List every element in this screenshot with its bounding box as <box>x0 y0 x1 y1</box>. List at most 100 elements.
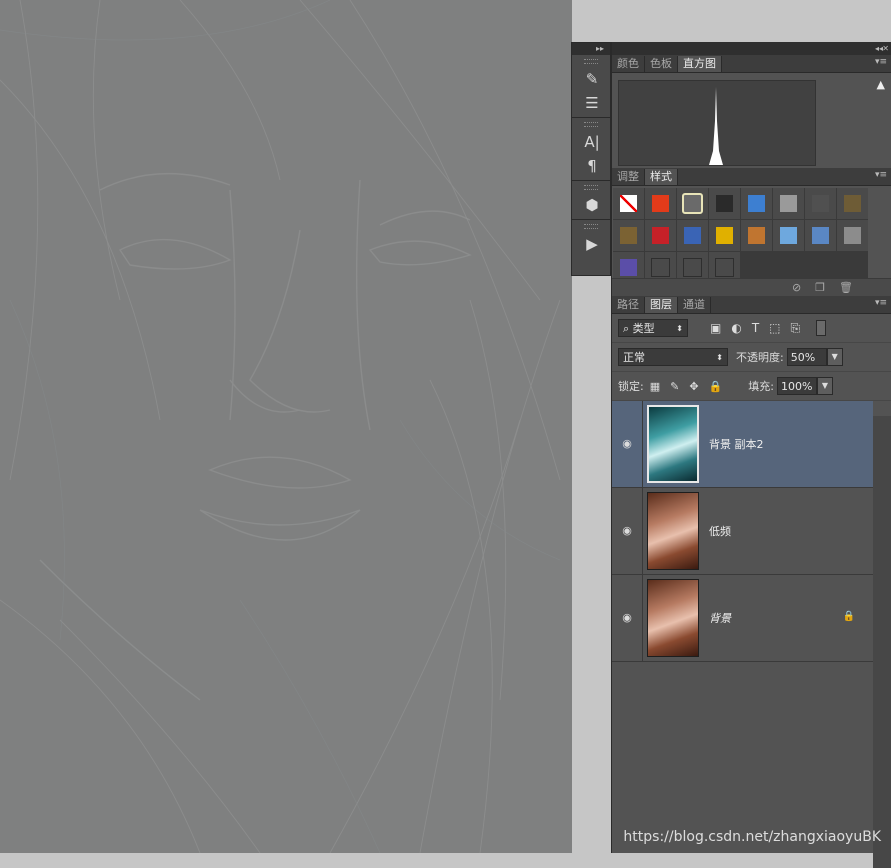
lock-row: 锁定: ▦ ✎ ✥ 🔒 填充: 100% ▼ <box>612 372 891 401</box>
tool-group-type: A| ¶ <box>572 118 610 181</box>
tab-swatches[interactable]: 色板 <box>645 56 678 72</box>
layer-thumbnail <box>647 492 699 570</box>
styles-footer: ⊘❐🗑 <box>612 278 891 296</box>
style-swatch[interactable] <box>741 188 772 219</box>
paragraph-icon[interactable]: ¶ <box>572 154 612 178</box>
style-swatch[interactable] <box>709 220 740 251</box>
style-swatch[interactable] <box>677 188 708 219</box>
blend-mode-select[interactable]: 正常 ⬍ <box>618 348 728 366</box>
style-swatch[interactable] <box>773 220 804 251</box>
style-swatch-preview <box>682 193 703 214</box>
type-filter-icon[interactable]: T <box>752 321 759 336</box>
style-swatch[interactable] <box>645 188 676 219</box>
pixel-filter-icon[interactable]: ▣ <box>710 321 721 336</box>
opacity-input[interactable]: 50% <box>786 348 827 366</box>
layer-row[interactable]: ◉ 低频 <box>612 488 873 575</box>
color-panel-tabbar: 颜色 色板 直方图 ▾≡ <box>612 55 891 73</box>
style-swatch[interactable] <box>805 220 836 251</box>
style-swatch-preview <box>748 227 765 244</box>
layer-row[interactable]: ◉ 背景 🔒 <box>612 575 873 662</box>
close-icon[interactable]: ✕ <box>882 42 889 55</box>
style-swatch-preview <box>620 227 637 244</box>
chevron-updown-icon: ⬍ <box>716 353 723 362</box>
tab-layers[interactable]: 图层 <box>645 297 678 313</box>
tab-channels[interactable]: 通道 <box>678 297 711 313</box>
brush-presets-icon[interactable]: ✎ <box>572 67 612 91</box>
style-swatch[interactable] <box>645 220 676 251</box>
tab-color[interactable]: 颜色 <box>612 56 645 72</box>
smart-object-filter-icon[interactable]: ⎘ <box>791 321 801 336</box>
panel-menu-icon[interactable]: ▾≡ <box>875 298 887 308</box>
visibility-eye-icon[interactable]: ◉ <box>612 575 643 661</box>
style-swatch[interactable] <box>709 188 740 219</box>
layer-name[interactable]: 低频 <box>709 523 731 539</box>
fill-dropdown-icon[interactable]: ▼ <box>816 377 833 395</box>
layer-name[interactable]: 背景 副本2 <box>709 436 764 452</box>
grip-handle[interactable] <box>584 185 598 190</box>
style-swatch-preview <box>620 195 637 212</box>
visibility-eye-icon[interactable]: ◉ <box>612 488 643 574</box>
layers-panel: ⌕ 类型 ⬍ ▣ ◐ T ⬚ ⎘ 正常 ⬍ 不透明度: 50% ▼ 锁定: ▦ … <box>612 314 891 868</box>
lock-position-icon[interactable]: ✥ <box>689 380 698 393</box>
style-swatch[interactable] <box>837 220 868 251</box>
lock-label: 锁定: <box>618 380 644 393</box>
grip-handle[interactable] <box>584 59 598 64</box>
clear-style-icon[interactable]: ⊘ <box>792 281 815 294</box>
tab-paths[interactable]: 路径 <box>612 297 645 313</box>
watermark-text: https://blog.csdn.net/zhangxiaoyuBK <box>623 829 881 845</box>
style-swatch-preview <box>812 195 829 212</box>
style-swatch[interactable] <box>837 188 868 219</box>
lock-transparent-icon[interactable]: ▦ <box>650 380 660 393</box>
3d-icon[interactable]: ⬢ <box>572 193 612 217</box>
expand-panels-icon[interactable]: ▸▸ <box>572 43 610 55</box>
layer-row[interactable]: ◉ 背景 副本2 <box>612 401 873 488</box>
filter-kind-select[interactable]: ⌕ 类型 ⬍ <box>618 319 688 337</box>
brush-settings-icon[interactable]: ☰ <box>572 91 612 115</box>
fill-input[interactable]: 100% <box>776 377 817 395</box>
visibility-eye-icon[interactable]: ◉ <box>612 401 643 487</box>
style-swatch-preview <box>780 227 797 244</box>
style-swatch[interactable] <box>773 188 804 219</box>
delete-style-icon[interactable]: 🗑 <box>839 281 867 294</box>
opacity-dropdown-icon[interactable]: ▼ <box>826 348 843 366</box>
style-swatch-preview <box>812 227 829 244</box>
lock-all-icon[interactable]: 🔒 <box>709 380 723 393</box>
style-swatch-preview <box>716 195 733 212</box>
tab-histogram[interactable]: 直方图 <box>678 56 722 72</box>
style-swatch[interactable] <box>805 188 836 219</box>
style-swatch-preview <box>620 259 637 276</box>
adjustment-filter-icon[interactable]: ◐ <box>731 321 741 336</box>
grip-handle[interactable] <box>584 224 598 229</box>
actions-icon[interactable]: ▶ <box>572 232 612 256</box>
style-swatch[interactable] <box>613 220 644 251</box>
tab-styles[interactable]: 样式 <box>645 169 678 185</box>
blend-row: 正常 ⬍ 不透明度: 50% ▼ <box>612 343 891 372</box>
lock-pixels-icon[interactable]: ✎ <box>670 380 679 393</box>
style-swatch-preview <box>715 258 734 277</box>
panel-menu-icon[interactable]: ▾≡ <box>875 57 887 67</box>
high-pass-portrait-image <box>0 0 561 853</box>
grip-handle[interactable] <box>584 122 598 127</box>
style-swatch-preview <box>652 227 669 244</box>
style-swatch[interactable] <box>741 220 772 251</box>
panel-menu-icon[interactable]: ▾≡ <box>875 170 887 180</box>
tab-adjustments[interactable]: 调整 <box>612 169 645 185</box>
layer-name[interactable]: 背景 <box>709 610 731 626</box>
filter-toggle[interactable] <box>816 320 827 336</box>
document-canvas[interactable] <box>0 0 572 853</box>
style-swatch-preview <box>844 227 861 244</box>
layers-scrollbar[interactable] <box>873 416 891 868</box>
new-style-icon[interactable]: ❐ <box>815 281 839 294</box>
shape-filter-icon[interactable]: ⬚ <box>769 321 780 336</box>
cache-warning-icon[interactable]: ▲ <box>877 78 885 91</box>
fill-label: 填充: <box>748 380 774 393</box>
character-icon[interactable]: A| <box>572 130 612 154</box>
style-swatch-preview <box>652 195 669 212</box>
style-swatch-preview <box>683 258 702 277</box>
style-swatch[interactable] <box>677 220 708 251</box>
opacity-label: 不透明度: <box>736 351 784 364</box>
style-swatch-preview <box>684 227 701 244</box>
style-swatch-grid <box>613 188 868 283</box>
style-swatch-preview <box>748 195 765 212</box>
style-swatch[interactable] <box>613 188 644 219</box>
